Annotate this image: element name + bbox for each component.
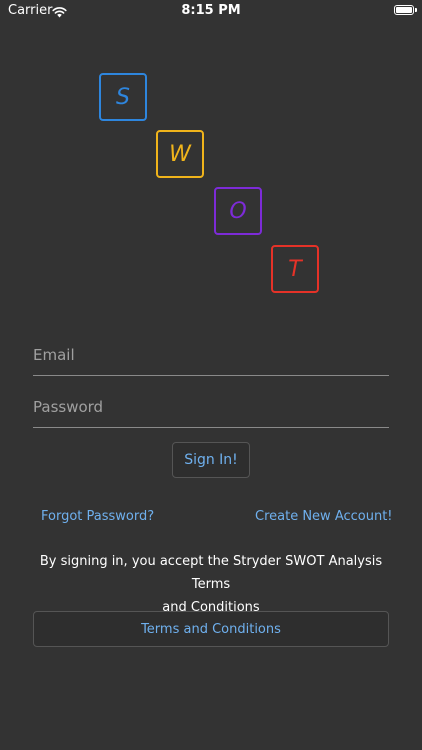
status-bar: Carrier 8:15 PM [0,0,422,24]
logo-letter-t: T [288,256,302,282]
logo-tile-o: O [214,187,262,235]
logo-tile-w: W [156,130,204,178]
status-time: 8:15 PM [181,3,241,18]
logo-letter-o: O [229,198,247,224]
battery-icon [394,5,414,15]
password-input[interactable] [33,387,389,427]
logo-tile-t: T [271,245,319,293]
battery-tip [415,8,417,12]
email-field[interactable] [33,335,389,376]
sign-in-button[interactable]: Sign In! [172,442,250,478]
terms-notice: By signing in, you accept the Stryder SW… [28,550,394,619]
create-account-link[interactable]: Create New Account! [255,509,393,524]
logo-letter-w: W [169,141,191,167]
logo-letter-s: S [116,84,130,110]
password-field[interactable] [33,387,389,428]
terms-and-conditions-button[interactable]: Terms and Conditions [33,611,389,647]
logo-tile-s: S [99,73,147,121]
email-input[interactable] [33,335,389,375]
terms-notice-line1: By signing in, you accept the Stryder SW… [39,554,383,592]
forgot-password-link[interactable]: Forgot Password? [41,509,154,524]
